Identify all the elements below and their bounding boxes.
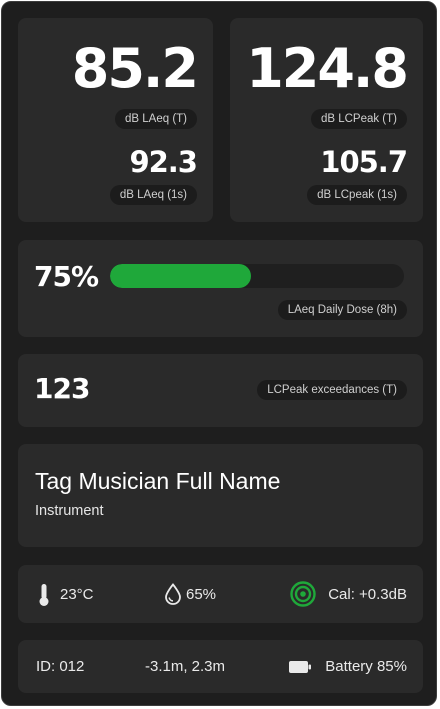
dose-percent: 75% (34, 260, 99, 293)
lcpeak-sub-value: 105.7 (320, 145, 408, 179)
meter-screen: 85.2 dB LAeq (T) 92.3 dB LAeq (1s) 124.8… (1, 1, 437, 706)
calibration-value: Cal: +0.3dB (328, 586, 407, 603)
battery-value: Battery 85% (325, 658, 407, 675)
laeq-sub-value: 92.3 (129, 145, 198, 179)
dose-card: 75% LAeq Daily Dose (8h) (18, 240, 423, 337)
lcpeak-sub-label: dB LCpeak (1s) (307, 185, 407, 205)
lcpeak-card: 124.8 dB LCPeak (T) 105.7 dB LCpeak (1s) (230, 18, 423, 222)
musician-instrument: Instrument (35, 503, 104, 519)
musician-card: Tag Musician Full Name Instrument (18, 444, 423, 547)
thermometer-icon (38, 583, 50, 612)
exceedances-label: LCPeak exceedances (T) (257, 380, 407, 400)
dose-progress-bar (110, 264, 404, 288)
musician-name: Tag Musician Full Name (35, 468, 281, 494)
droplet-icon (164, 583, 182, 610)
laeq-sub-label: dB LAeq (1s) (109, 185, 197, 205)
laeq-card: 85.2 dB LAeq (T) 92.3 dB LAeq (1s) (18, 18, 213, 222)
battery-icon (289, 660, 311, 678)
dose-label: LAeq Daily Dose (8h) (277, 300, 407, 320)
exceedances-count: 123 (34, 372, 90, 405)
device-id: ID: 012 (36, 658, 85, 675)
lcpeak-main-value: 124.8 (246, 37, 409, 100)
device-position: -3.1m, 2.3m (145, 658, 226, 675)
exceedances-card: 123 LCPeak exceedances (T) (18, 354, 423, 427)
target-icon (290, 581, 316, 612)
laeq-main-label: dB LAeq (T) (115, 109, 197, 129)
lcpeak-main-label: dB LCPeak (T) (310, 109, 407, 129)
humidity-value: 65% (186, 586, 217, 603)
environment-card: 23°C 65% Cal: +0.3dB (18, 565, 423, 623)
dose-progress-fill (110, 264, 252, 288)
temperature-value: 23°C (60, 586, 94, 603)
laeq-main-value: 85.2 (71, 37, 199, 100)
device-card: ID: 012 -3.1m, 2.3m Battery 85% (18, 640, 423, 693)
